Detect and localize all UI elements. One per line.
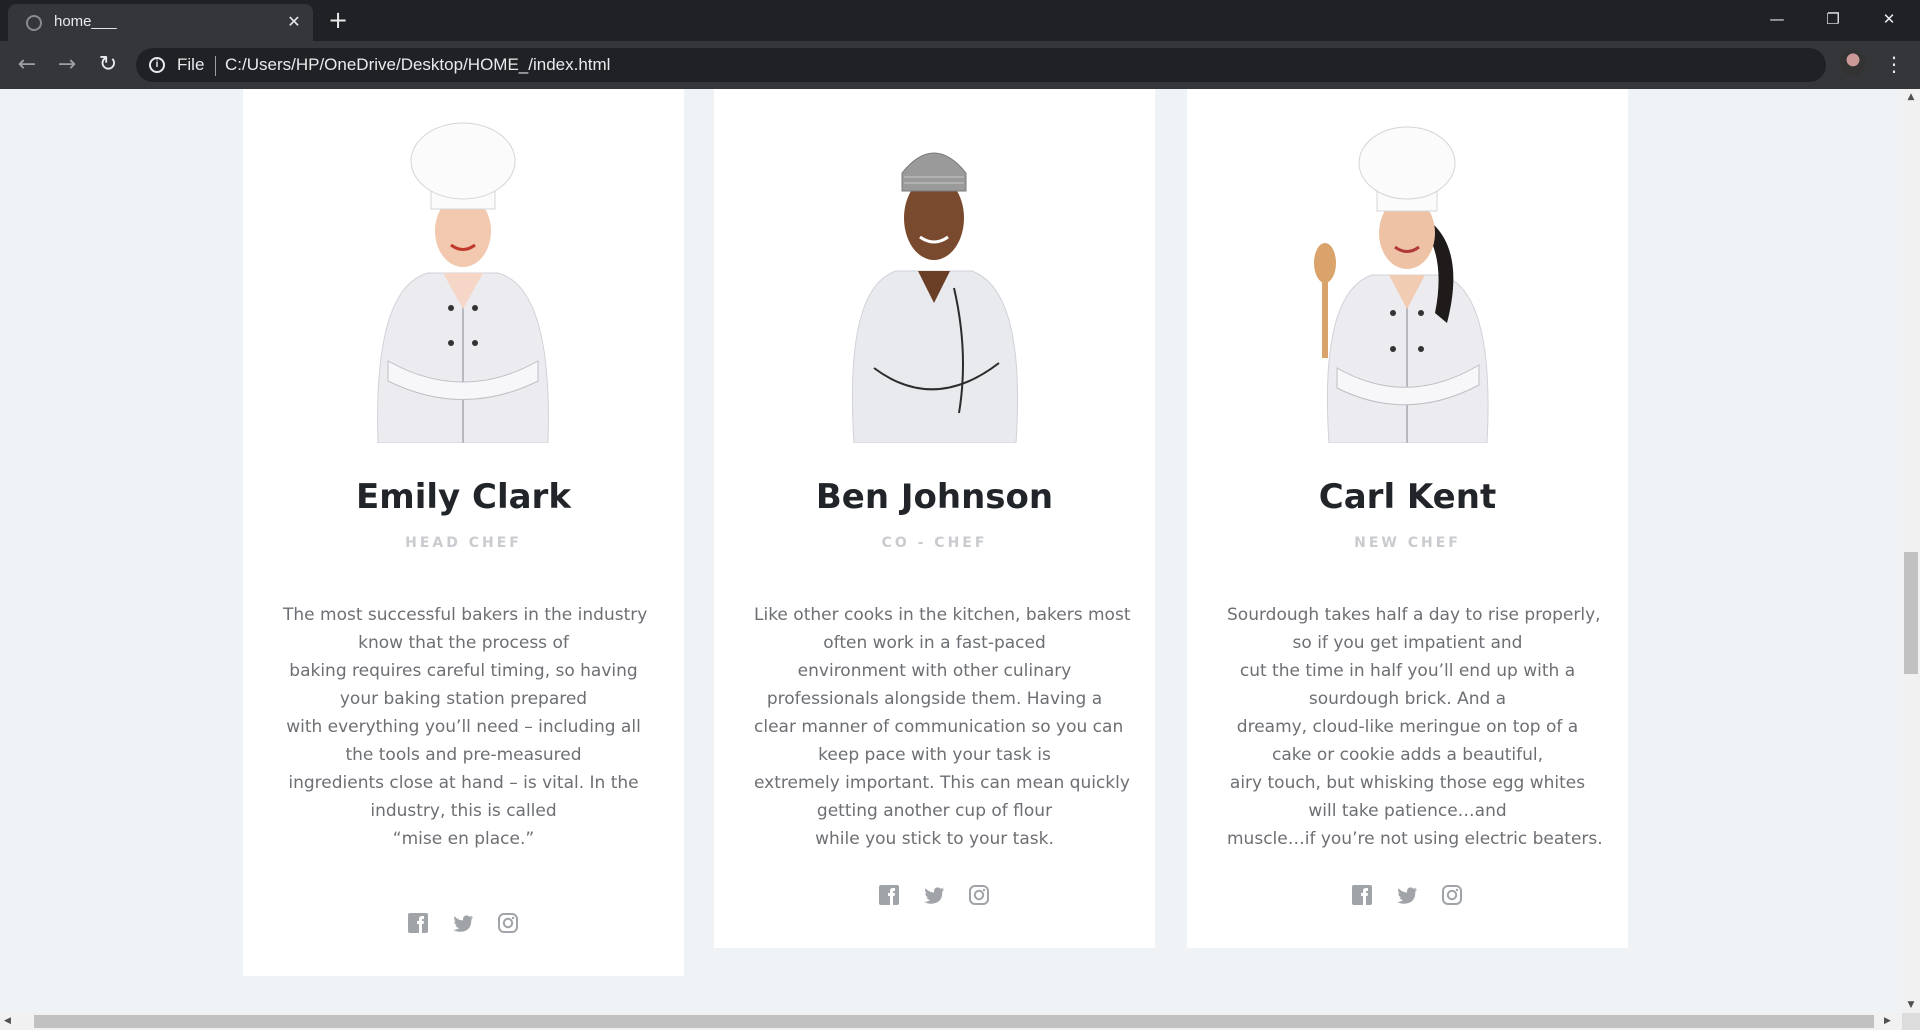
facebook-icon[interactable] (878, 884, 900, 906)
bio-line: dreamy, cloud-like meringue on top of a (1236, 717, 1579, 737)
address-bar[interactable]: i File C:/Users/HP/OneDrive/Desktop/HOME… (136, 48, 1826, 82)
bio-line: ingredients close at hand – is vital. In… (288, 773, 639, 793)
horizontal-scrollbar[interactable]: ◀ ▶ (0, 1013, 1902, 1030)
scroll-up-icon[interactable]: ▲ (1902, 89, 1920, 105)
social-links (243, 912, 684, 936)
chef-card: Emily Clark HEAD CHEF The most successfu… (243, 89, 684, 976)
forward-button[interactable]: → (52, 50, 82, 80)
twitter-icon[interactable] (923, 884, 945, 906)
bio-line: environment with other culinary (797, 661, 1072, 681)
chef-role: NEW CHEF (1354, 535, 1461, 551)
bio-line: will take patience…and (1308, 801, 1507, 821)
chef-name: Emily Clark (356, 477, 571, 517)
back-button[interactable]: ← (12, 50, 42, 80)
profile-avatar[interactable] (1840, 50, 1866, 76)
url-text[interactable]: C:/Users/HP/OneDrive/Desktop/HOME_/index… (225, 55, 610, 75)
minimize-button[interactable]: — (1754, 4, 1800, 34)
facebook-icon[interactable] (1351, 884, 1373, 906)
globe-icon (26, 15, 42, 31)
chef-bio: The most successful bakers in the indust… (283, 601, 648, 853)
social-links (714, 884, 1155, 908)
instagram-icon[interactable] (1441, 884, 1463, 906)
bio-line: The most successful bakers in the indust… (283, 605, 648, 625)
chef-card: Ben Johnson CO - CHEF Like other cooks i… (714, 89, 1155, 948)
chef-photo (1314, 126, 1489, 443)
browser-toolbar: ← → ↻ i File C:/Users/HP/OneDrive/Deskto… (0, 41, 1920, 89)
chef-bio: Like other cooks in the kitchen, bakers … (754, 601, 1131, 853)
close-tab-icon[interactable]: ✕ (283, 11, 305, 33)
chef-card: Carl Kent NEW CHEF Sourdough takes half … (1187, 89, 1628, 948)
chef-photo (851, 152, 1019, 443)
bio-line: cake or cookie adds a beautiful, (1271, 745, 1544, 765)
chef-photo (377, 122, 549, 443)
twitter-icon[interactable] (1396, 884, 1418, 906)
browser-tab[interactable]: home___ ✕ (8, 4, 313, 41)
bio-line: industry, this is called (370, 801, 557, 821)
chef-role: CO - CHEF (881, 535, 988, 551)
bio-line: often work in a fast-paced (823, 633, 1046, 653)
scheme-label: File (177, 55, 205, 74)
instagram-icon[interactable] (497, 912, 519, 934)
horizontal-scroll-thumb[interactable] (34, 1015, 1874, 1028)
bio-line: sourdough brick. And a (1308, 689, 1507, 709)
bio-line: getting another cup of flour (816, 801, 1053, 821)
chef-bio: Sourdough takes half a day to rise prope… (1227, 601, 1603, 853)
scrollbar-corner (1902, 1013, 1920, 1030)
divider (215, 56, 216, 76)
bio-line: cut the time in half you’ll end up with … (1239, 661, 1576, 681)
bio-line: extremely important. This can mean quick… (754, 773, 1130, 793)
chef-name: Carl Kent (1318, 477, 1497, 517)
chef-role: HEAD CHEF (405, 535, 522, 551)
bio-line: your baking station prepared (339, 689, 588, 709)
bio-line: Sourdough takes half a day to rise prope… (1227, 605, 1601, 625)
instagram-icon[interactable] (968, 884, 990, 906)
close-window-button[interactable]: ✕ (1866, 4, 1912, 34)
bio-line: professionals alongside them. Having a (766, 689, 1103, 709)
scroll-left-icon[interactable]: ◀ (4, 1013, 18, 1030)
bio-line: airy touch, but whisking those egg white… (1229, 773, 1586, 793)
tab-strip: home___ ✕ + — ❐ ✕ (0, 0, 1920, 41)
scroll-down-icon[interactable]: ▼ (1902, 997, 1920, 1013)
social-links (1187, 884, 1628, 908)
bio-line: Like other cooks in the kitchen, bakers … (754, 605, 1131, 625)
vertical-scrollbar[interactable]: ▲ ▼ (1902, 89, 1920, 1013)
reload-button[interactable]: ↻ (93, 50, 123, 80)
bio-line: with everything you’ll need – including … (286, 717, 641, 737)
bio-line: the tools and pre-measured (345, 745, 582, 765)
facebook-icon[interactable] (407, 912, 429, 934)
scroll-right-icon[interactable]: ▶ (1884, 1013, 1898, 1030)
tab-title: home___ (54, 13, 117, 30)
restore-button[interactable]: ❐ (1810, 4, 1856, 34)
new-tab-button[interactable]: + (324, 6, 352, 34)
bio-line: so if you get impatient and (1292, 633, 1523, 653)
twitter-icon[interactable] (452, 912, 474, 934)
page-viewport: Emily Clark HEAD CHEF The most successfu… (0, 89, 1902, 1013)
bio-line: while you stick to your task. (815, 829, 1054, 849)
bio-line: know that the process of (358, 633, 569, 653)
chef-name: Ben Johnson (815, 477, 1054, 517)
bio-line: clear manner of communication so you can (754, 717, 1124, 737)
bio-line: keep pace with your task is (818, 745, 1051, 765)
bio-line: “mise en place.” (392, 829, 535, 849)
bio-line: baking requires careful timing, so havin… (289, 661, 638, 681)
vertical-scroll-thumb[interactable] (1904, 552, 1918, 674)
info-icon[interactable]: i (149, 57, 165, 73)
bio-line: muscle…if you’re not using electric beat… (1227, 829, 1603, 849)
browser-menu-icon[interactable]: ⋮ (1884, 50, 1904, 78)
